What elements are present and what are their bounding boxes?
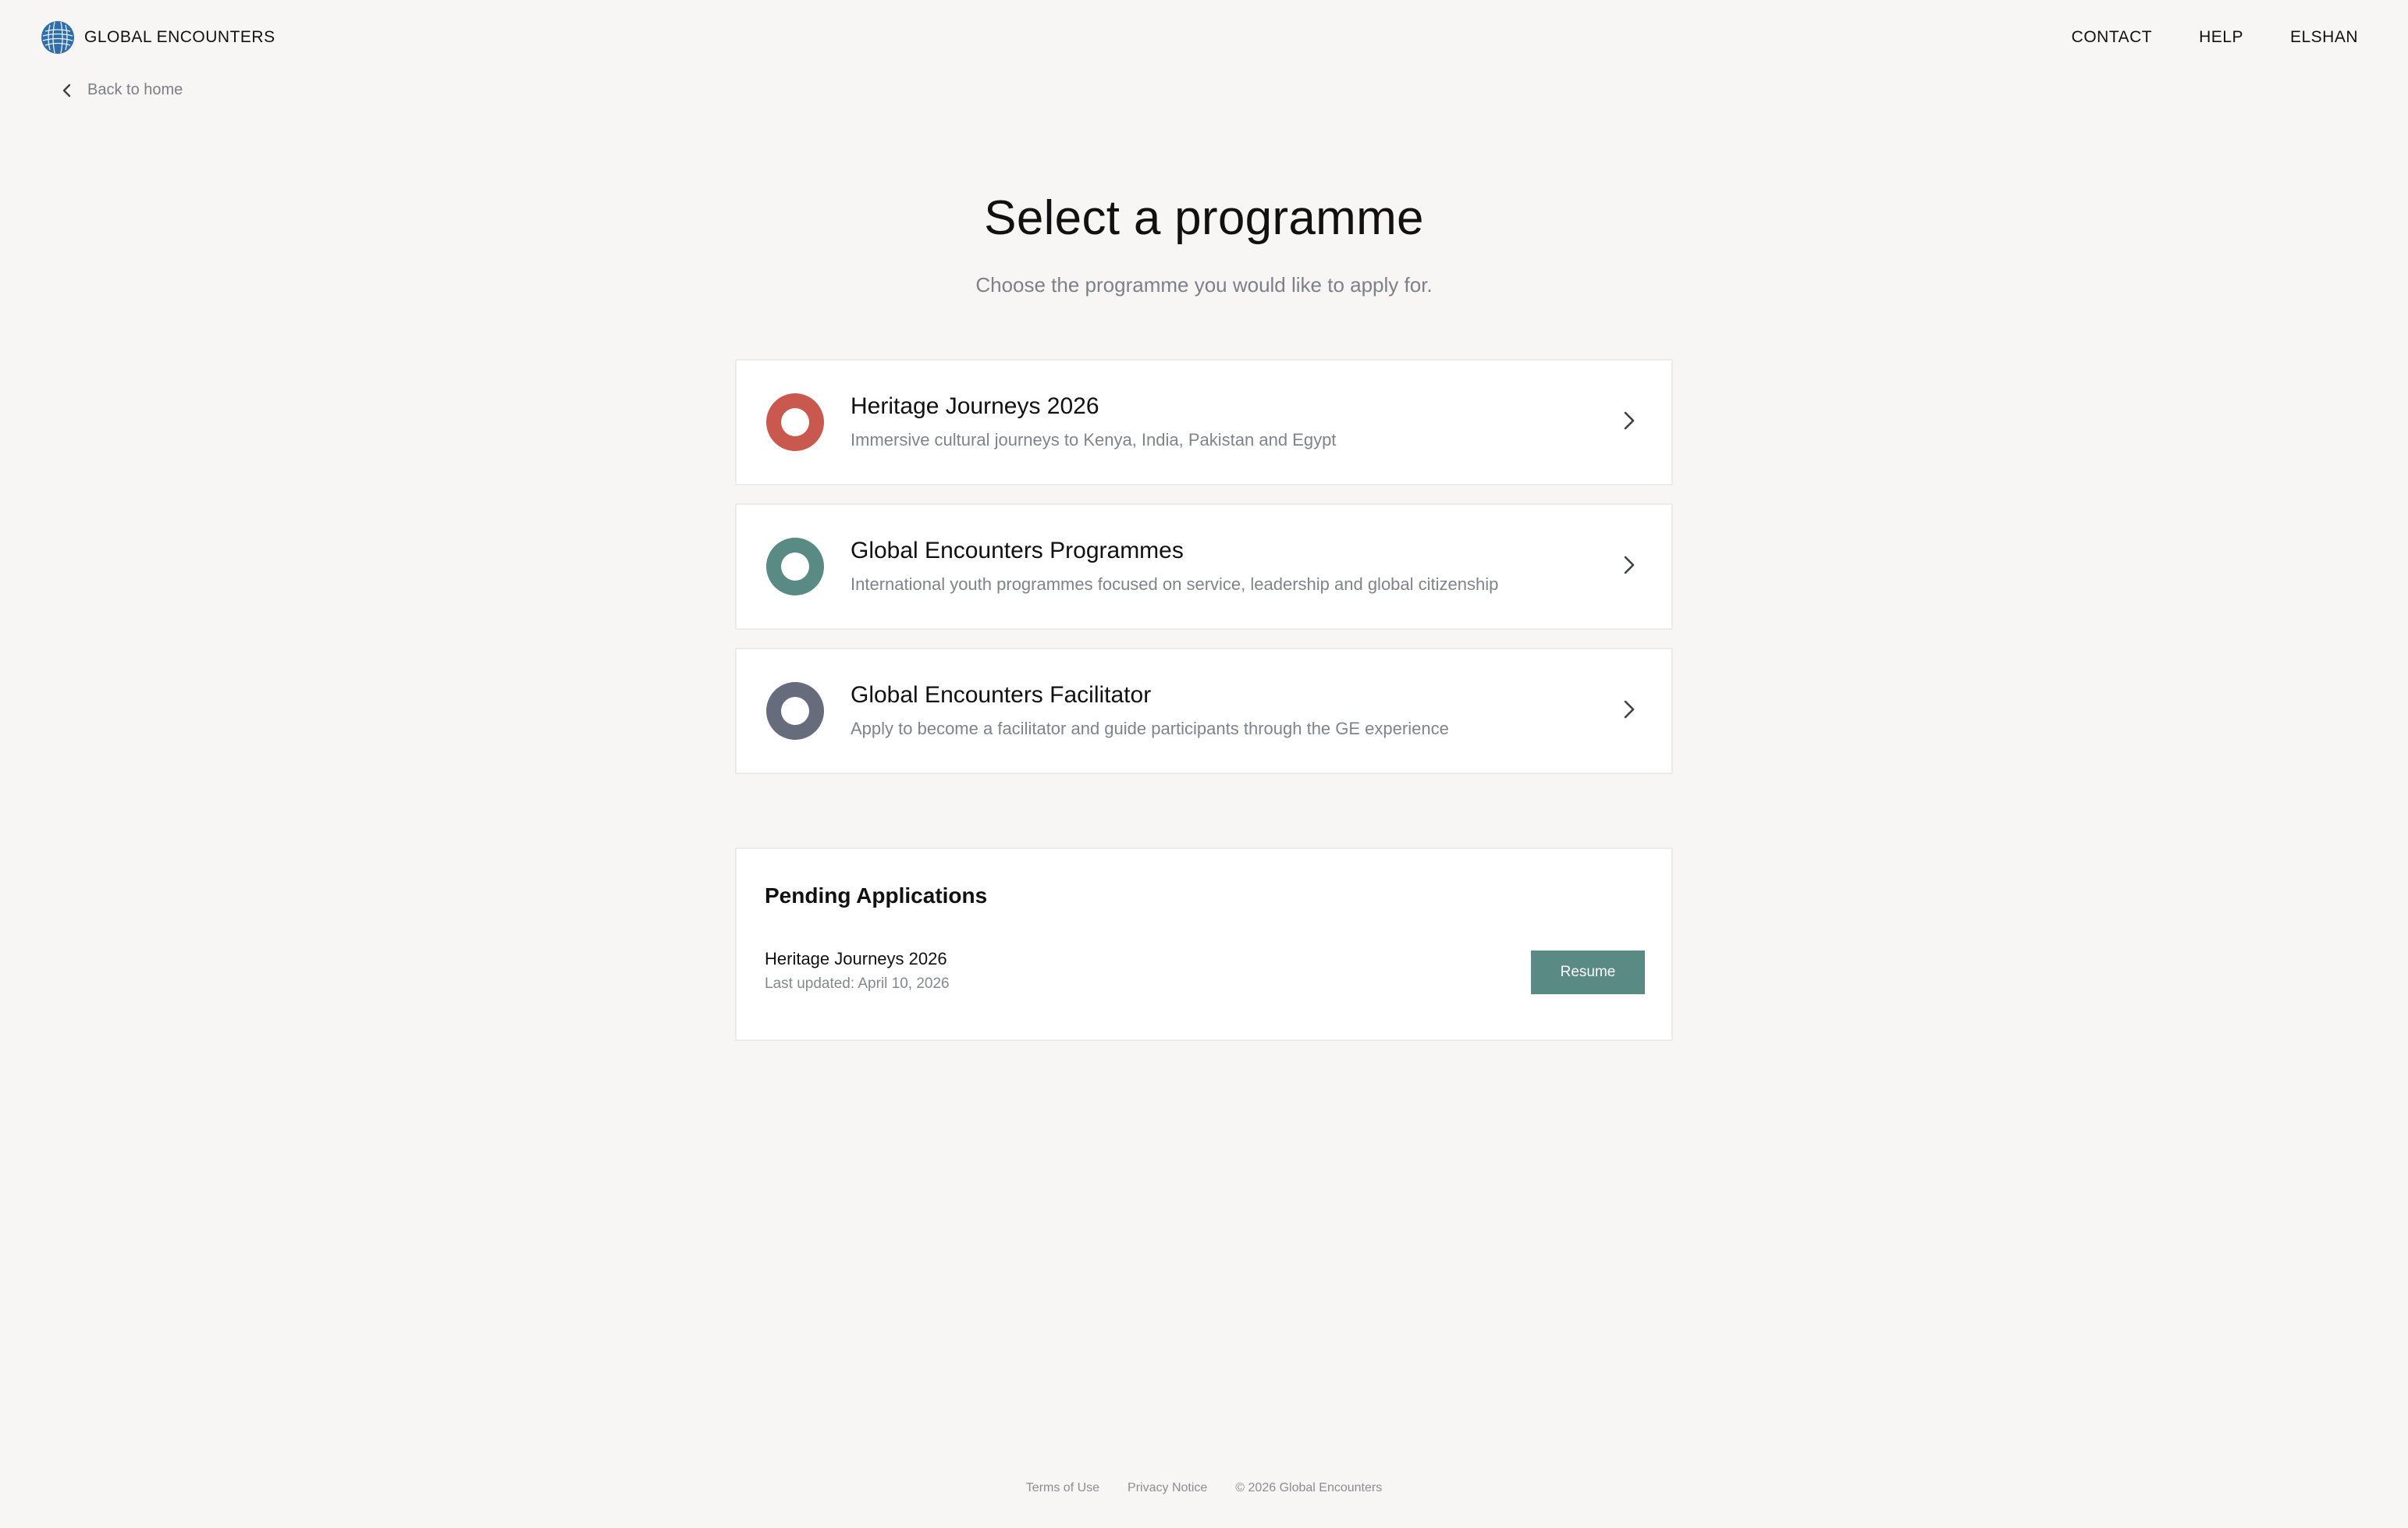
page: GLOBAL ENCOUNTERS CONTACT HELP ELSHAN Ba… [0,0,2408,1528]
copyright-text: © 2026 Global Encounters [1235,1481,1383,1494]
nav-user-account[interactable]: ELSHAN [2290,28,2358,47]
main-nav: CONTACT HELP ELSHAN [2072,28,2358,47]
programme-color-ring-icon [766,393,824,451]
programme-name: Heritage Journeys 2026 [851,393,1099,419]
brand-home-link[interactable]: GLOBAL ENCOUNTERS [41,20,275,55]
programme-name: Global Encounters Facilitator [851,682,1152,708]
pending-application-name: Heritage Journeys 2026 [765,949,947,968]
nav-contact[interactable]: CONTACT [2072,28,2152,47]
programme-card-text: Global Encounters Facilitator Apply to b… [851,680,1449,740]
page-subtitle: Choose the programme you would like to a… [975,273,1433,297]
globe-logo-icon [41,21,74,54]
chevron-left-icon [62,84,71,97]
programme-description: International youth programmes focused o… [851,574,1499,594]
back-link-label: Back to home [87,81,183,98]
top-bar: GLOBAL ENCOUNTERS CONTACT HELP ELSHAN [0,0,2408,75]
chevron-right-icon [1624,556,1635,574]
pending-applications-panel: Pending Applications Heritage Journeys 2… [735,848,1673,1041]
programme-card-global-encounters[interactable]: Global Encounters Programmes Internation… [735,503,1673,630]
page-title: Select a programme [984,191,1424,245]
programme-card-text: Global Encounters Programmes Internation… [851,536,1498,595]
pending-applications-title: Pending Applications [765,883,988,908]
brand-name: GLOBAL ENCOUNTERS [84,28,275,46]
pending-application-updated: Last updated: April 10, 2026 [765,975,950,992]
programme-card-facilitator[interactable]: Global Encounters Facilitator Apply to b… [735,648,1673,774]
back-to-home-link[interactable]: Back to home [61,81,183,99]
chevron-right-icon [1624,700,1635,719]
chevron-right-icon [1624,411,1635,430]
programme-card-heritage-journeys[interactable]: Heritage Journeys 2026 Immersive cultura… [735,359,1673,485]
nav-help[interactable]: HELP [2199,28,2243,47]
terms-of-use-link[interactable]: Terms of Use [1026,1481,1099,1495]
programme-description: Immersive cultural journeys to Kenya, In… [851,430,1337,450]
footer: Terms of Use Privacy Notice © 2026 Globa… [0,1481,2408,1495]
programme-description: Apply to become a facilitator and guide … [851,719,1449,738]
programme-name: Global Encounters Programmes [851,538,1184,563]
programme-color-ring-icon [766,682,824,740]
programme-color-ring-icon [766,538,824,595]
privacy-notice-link[interactable]: Privacy Notice [1128,1481,1207,1495]
programme-card-text: Heritage Journeys 2026 Immersive cultura… [851,392,1336,451]
resume-button[interactable]: Resume [1531,951,1645,994]
